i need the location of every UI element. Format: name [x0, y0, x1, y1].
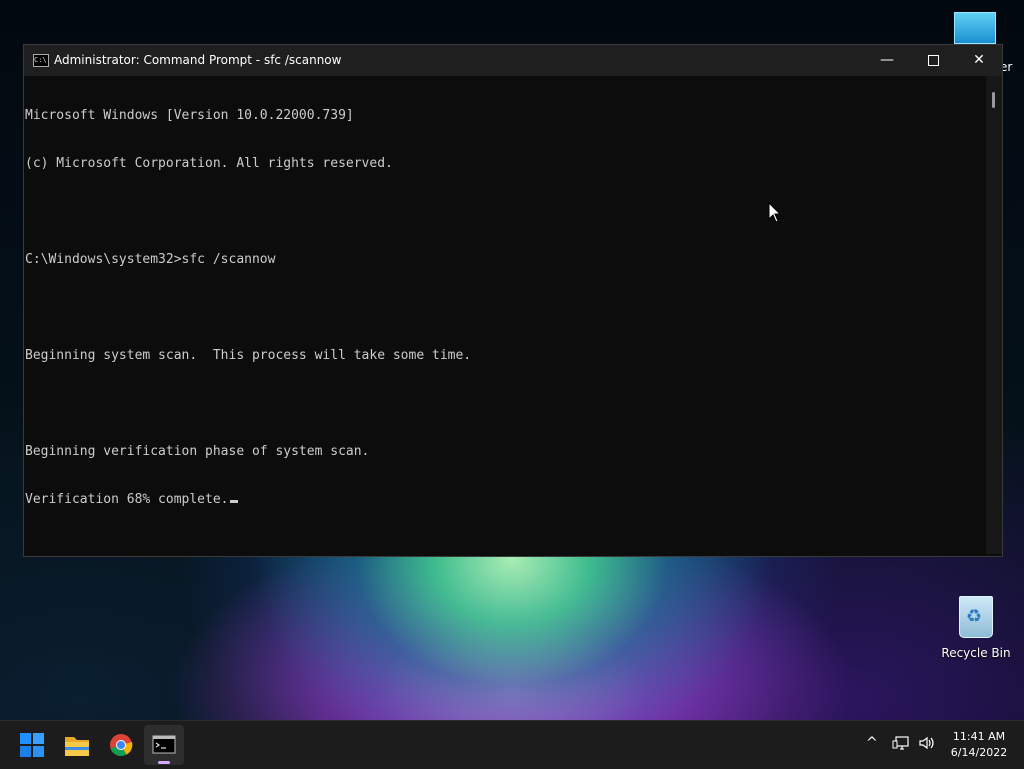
recycle-bin-icon: ♻ — [959, 596, 993, 638]
show-hidden-icons-chevron-icon[interactable]: ^ — [866, 735, 878, 751]
volume-icon[interactable] — [918, 735, 936, 755]
recycle-bin-desktop-icon[interactable]: ♻ Recycle Bin — [940, 596, 1012, 666]
console-line: Microsoft Windows [Version 10.0.22000.73… — [25, 108, 354, 123]
window-titlebar[interactable]: C:\ Administrator: Command Prompt - sfc … — [24, 45, 1002, 76]
console-line: Beginning system scan. This process will… — [25, 348, 472, 363]
chrome-button[interactable] — [101, 725, 141, 765]
command-prompt-window[interactable]: C:\ Administrator: Command Prompt - sfc … — [23, 44, 1003, 557]
console-line: Beginning verification phase of system s… — [25, 444, 370, 459]
active-indicator — [158, 761, 170, 764]
maximize-button[interactable] — [910, 45, 956, 76]
vertical-scrollbar[interactable] — [986, 76, 1002, 554]
console-last-line: Verification 68% complete. — [25, 492, 985, 508]
recycle-bin-label: Recycle Bin — [941, 646, 1011, 660]
console-line: (c) Microsoft Corporation. All rights re… — [25, 156, 393, 171]
text-cursor — [229, 500, 238, 503]
maximize-icon — [927, 54, 939, 66]
folder-icon — [65, 737, 89, 756]
chrome-icon — [110, 734, 133, 757]
clock-date: 6/14/2022 — [950, 746, 1008, 759]
taskbar-clock[interactable]: 11:41 AM 6/14/2022 — [944, 729, 1014, 761]
close-button[interactable]: ✕ — [956, 45, 1002, 76]
minimize-button[interactable]: — — [864, 45, 910, 76]
window-title: Administrator: Command Prompt - sfc /sca… — [54, 53, 342, 67]
command-prompt-icon: C:\ — [33, 54, 49, 67]
clock-time: 11:41 AM — [952, 730, 1006, 743]
network-icon[interactable] — [892, 735, 910, 755]
scrollbar-thumb[interactable] — [992, 92, 995, 108]
console-line: C:\Windows\system32>sfc /scannow — [25, 252, 276, 267]
monitor-icon — [954, 12, 996, 44]
console-line: Verification 68% complete. — [25, 492, 229, 507]
file-explorer-button[interactable] — [57, 725, 97, 765]
command-prompt-taskbar-button[interactable] — [144, 725, 184, 765]
console-output[interactable]: Microsoft Windows [Version 10.0.22000.73… — [24, 76, 985, 554]
taskbar: ^ 11:41 AM 6/14/2022 — [0, 720, 1024, 769]
start-button[interactable] — [12, 725, 52, 765]
windows-logo-icon — [20, 733, 44, 757]
command-prompt-icon — [152, 735, 176, 754]
